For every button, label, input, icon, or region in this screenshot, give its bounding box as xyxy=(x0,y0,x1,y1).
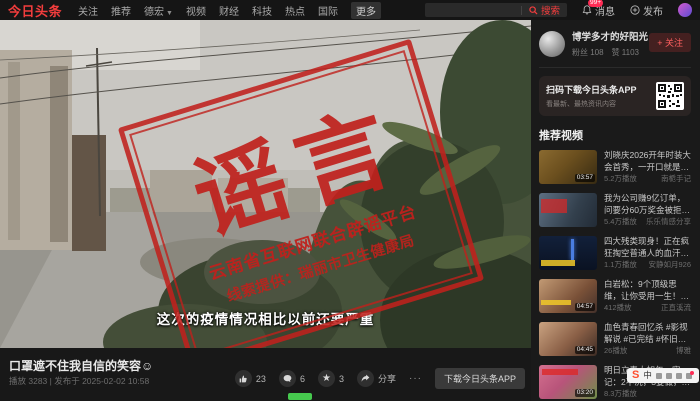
video-list-item[interactable]: 04:45 血色青春回忆杀 #影视解说 #已完结 #怀旧经典剧 26播放 博雅 xyxy=(539,322,691,356)
rumor-stamp-text: 谣言 xyxy=(184,98,414,248)
ime-toolbar[interactable]: S 中 xyxy=(627,368,699,383)
play-count: 412播放 xyxy=(604,302,632,313)
duration-badge: 04:57 xyxy=(575,303,595,311)
duration-badge: 04:45 xyxy=(575,346,595,354)
like-button[interactable]: 23 xyxy=(235,370,266,387)
messages-button[interactable]: 99+ 消息 xyxy=(582,3,615,18)
sogou-logo: S xyxy=(632,370,639,381)
messages-badge: 99+ xyxy=(588,0,603,7)
nav-world[interactable]: 国际 xyxy=(318,3,338,18)
video-item-title: 刘晓庆2026开年时装大会首秀，一开口就是凡尔赛，台下笑声不断 xyxy=(604,150,691,173)
video-item-title: 四大残类现身！正在疯狂掏空普通人的血汗钱！ xyxy=(604,236,691,259)
play-count: 8.3万播放 xyxy=(604,388,637,399)
bell-icon xyxy=(582,5,592,15)
uploader-avatar[interactable] xyxy=(539,31,565,57)
nav-video[interactable]: 视频 xyxy=(186,3,206,18)
toutiao-logo[interactable]: 今日头条 xyxy=(8,1,62,20)
video-thumbnail[interactable] xyxy=(539,193,597,227)
thumbs-up-icon xyxy=(239,374,248,383)
duration-badge: 03:20 xyxy=(575,389,595,397)
video-list-item[interactable]: 我为公司赚9亿订单，问要分60万奖金被拒，我选择辞职离职。 5.4万播放乐乐情感… xyxy=(539,193,691,227)
video-meta: 播放 3283 | 发布于 2025-02-02 10:58 xyxy=(9,375,149,387)
video-item-title: 白岩松：9个顶级思维，让你受用一生！认真听完这些思维会逆袭改变 xyxy=(604,279,691,302)
nav-recommend[interactable]: 推荐 xyxy=(111,3,131,18)
search-button[interactable]: 搜索 xyxy=(522,3,567,17)
duration-badge: 03:57 xyxy=(575,174,595,182)
video-player[interactable]: 这次的疫情情况相比以前还要严重 谣言 云南省互联网联合辟谣平台 线索提供：瑞丽市… xyxy=(0,20,531,348)
sidebar-divider xyxy=(539,67,691,68)
video-list-item[interactable]: 04:57 白岩松：9个顶级思维，让你受用一生！认真听完这些思维会逆袭改变 41… xyxy=(539,279,691,313)
uploader-card: 博学多才的好阳光 粉丝 108 赞 1103 + 关注 xyxy=(539,29,691,58)
play-count: 1.1万播放 xyxy=(604,259,637,270)
video-thumbnail[interactable]: 03:20 xyxy=(539,365,597,399)
uploader-name[interactable]: 博学多才的好阳光 xyxy=(572,29,648,43)
nav-finance[interactable]: 财经 xyxy=(219,3,239,18)
download-app-button[interactable]: 下载今日头条APP xyxy=(435,368,525,389)
ime-keyboard-icon[interactable] xyxy=(676,373,682,379)
publish-button[interactable]: 发布 xyxy=(630,3,663,18)
nav-local[interactable]: 德宏▼ xyxy=(144,3,173,18)
video-thumbnail[interactable] xyxy=(539,236,597,270)
star-icon: ★ xyxy=(322,374,331,384)
search-box: 搜索 xyxy=(425,3,567,17)
sidebar: 博学多才的好阳光 粉丝 108 赞 1103 + 关注 扫码下载今日头条APP … xyxy=(531,20,700,401)
play-count: 5.4万播放 xyxy=(604,216,637,227)
video-item-title: 我为公司赚9亿订单，问要分60万奖金被拒，我选择辞职离职。 xyxy=(604,193,691,216)
ime-toolbox-icon[interactable] xyxy=(686,373,692,379)
share-button[interactable]: 分享 xyxy=(357,370,396,387)
video-author: 正直溪流 xyxy=(661,302,691,313)
video-list-item[interactable]: 03:57 刘晓庆2026开年时装大会首秀，一开口就是凡尔赛，台下笑声不断 5.… xyxy=(539,150,691,184)
plus-circle-icon xyxy=(630,5,640,15)
favorite-button[interactable]: ★ 3 xyxy=(318,370,344,387)
video-thumbnail[interactable]: 04:57 xyxy=(539,279,597,313)
video-thumbnail[interactable]: 04:45 xyxy=(539,322,597,356)
header-right-cluster: 搜索 99+ 消息 发布 xyxy=(425,3,692,18)
qr-banner-subtitle: 看最新、最热资讯内容 xyxy=(546,99,656,109)
video-info-bar: 口罩遮不住我自信的笑容☺ 播放 3283 | 发布于 2025-02-02 10… xyxy=(0,348,531,401)
qr-download-banner[interactable]: 扫码下载今日头条APP 看最新、最热资讯内容 xyxy=(539,76,691,116)
video-title: 口罩遮不住我自信的笑容☺ xyxy=(9,357,153,374)
nav-more[interactable]: 更多 xyxy=(351,2,381,19)
search-input[interactable] xyxy=(425,5,521,15)
green-indicator xyxy=(288,393,312,400)
video-actions: 23 6 ★ 3 分享 ··· 下载今日头条APP xyxy=(235,368,525,389)
top-nav-bar: 今日头条 关注 推荐 德宏▼ 视频 财经 科技 热点 国际 更多 搜索 xyxy=(0,0,700,20)
video-author: 乐乐情感分享 xyxy=(646,216,691,227)
search-icon xyxy=(529,6,538,15)
more-actions-button[interactable]: ··· xyxy=(409,373,422,384)
video-thumbnail[interactable]: 03:57 xyxy=(539,150,597,184)
uploader-likes: 赞 1103 xyxy=(612,47,639,58)
ime-mic-icon[interactable] xyxy=(666,373,672,379)
play-count: 26播放 xyxy=(604,345,627,356)
qr-code xyxy=(656,82,684,110)
share-icon xyxy=(361,374,370,383)
comment-icon xyxy=(283,374,292,383)
uploader-fans: 粉丝 108 xyxy=(572,47,604,58)
comment-button[interactable]: 6 xyxy=(279,370,305,387)
nav-tech[interactable]: 科技 xyxy=(252,3,272,18)
qr-banner-title: 扫码下载今日头条APP xyxy=(546,83,656,96)
toutiao-video-page: 今日头条 关注 推荐 德宏▼ 视频 财经 科技 热点 国际 更多 搜索 xyxy=(0,0,700,401)
ime-pen-icon[interactable] xyxy=(656,373,662,379)
video-author: 南栀手记 xyxy=(661,173,691,184)
recommended-videos-heading: 推荐视频 xyxy=(539,127,691,143)
chevron-down-icon: ▼ xyxy=(166,10,173,17)
nav-follow[interactable]: 关注 xyxy=(78,3,98,18)
main-nav: 关注 推荐 德宏▼ 视频 财经 科技 热点 国际 更多 xyxy=(78,2,381,19)
ime-language-toggle[interactable]: 中 xyxy=(643,371,652,380)
follow-button[interactable]: + 关注 xyxy=(649,33,691,52)
video-author: 安静如月926 xyxy=(648,259,691,270)
nav-hot[interactable]: 热点 xyxy=(285,3,305,18)
video-list-item[interactable]: 四大残类现身！正在疯狂掏空普通人的血汗钱！ 1.1万播放安静如月926 xyxy=(539,236,691,270)
play-count: 5.2万播放 xyxy=(604,173,637,184)
video-author: 博雅 xyxy=(676,345,691,356)
video-item-title: 血色青春回忆杀 #影视解说 #已完结 #怀旧经典剧 xyxy=(604,322,691,345)
rumor-stamp-source: 线索提供：瑞丽市卫生健康局 xyxy=(224,229,417,306)
user-avatar[interactable] xyxy=(678,3,692,17)
rumor-stamp-platform: 云南省互联网联合辟谣平台 xyxy=(205,197,419,284)
